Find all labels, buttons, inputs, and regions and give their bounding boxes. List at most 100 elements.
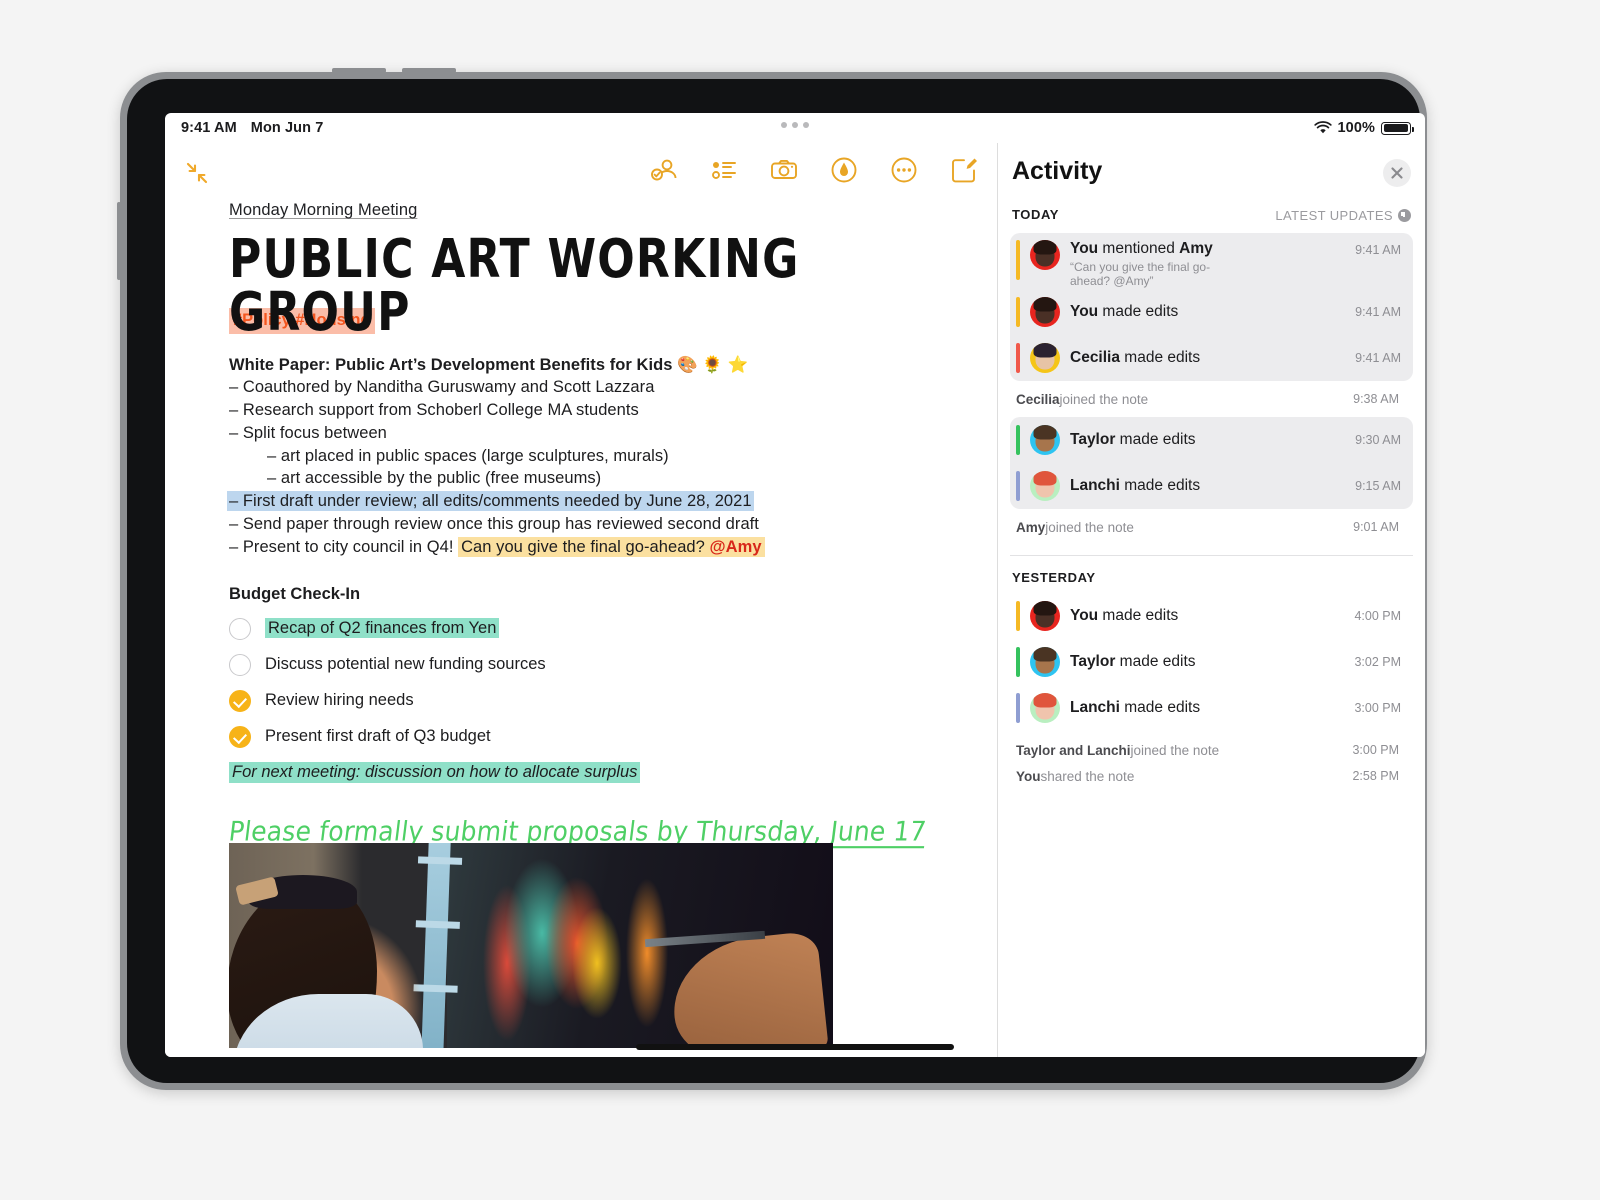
camera-icon[interactable] <box>769 155 799 185</box>
avatar <box>1030 240 1060 270</box>
compose-icon[interactable] <box>949 155 979 185</box>
activity-time: 3:00 PM <box>1354 701 1401 715</box>
activity-time: 2:58 PM <box>1352 769 1399 783</box>
activity-color-bar <box>1016 693 1020 723</box>
collapse-arrows-icon[interactable] <box>183 159 211 187</box>
avatar <box>1030 425 1060 455</box>
activity-header: Activity <box>998 143 1425 205</box>
home-indicator[interactable] <box>636 1044 954 1050</box>
activity-main-line: Lanchi made edits <box>1070 477 1345 495</box>
action-text: joined the note <box>1045 519 1134 535</box>
today-label: TODAY <box>1012 207 1060 222</box>
activity-time: 4:00 PM <box>1354 609 1401 623</box>
white-paper-block: White Paper: Public Art’s Development Be… <box>227 354 957 559</box>
checkbox-checked-icon[interactable] <box>229 725 251 748</box>
share-collaborate-icon[interactable] <box>649 155 679 185</box>
avatar-hair <box>1033 240 1057 255</box>
activity-text: You made edits <box>1070 607 1344 625</box>
power-button[interactable] <box>117 202 121 280</box>
more-icon[interactable] <box>889 155 919 185</box>
activity-time: 9:41 AM <box>1355 305 1401 319</box>
checkbox-checked-icon[interactable] <box>229 689 251 712</box>
battery-icon <box>1381 121 1414 135</box>
multitask-handle-icon[interactable] <box>781 122 809 128</box>
handle-dot <box>792 122 798 128</box>
avatar <box>1030 601 1060 631</box>
activity-row[interactable]: Lanchi made edits 3:00 PM <box>1010 685 1413 731</box>
activity-time: 9:30 AM <box>1355 433 1401 447</box>
activity-row[interactable]: You made edits 4:00 PM <box>1010 593 1413 639</box>
volume-up-button[interactable] <box>332 68 386 73</box>
activity-group-today-2: Taylor made edits 9:30 AM Lanchi made ed… <box>1010 417 1413 509</box>
screenshot-root: 9:41 AM Mon Jun 7 100% Monday Morning Me… <box>0 0 1600 1200</box>
avatar <box>1030 693 1060 723</box>
muralist-painting-photo[interactable] <box>229 843 833 1048</box>
actor-name: Cecilia <box>1016 391 1060 407</box>
action-text: made edits <box>1119 699 1201 717</box>
activity-main-line: You mentioned Amy <box>1070 240 1345 258</box>
status-bar: 9:41 AM Mon Jun 7 100% <box>165 113 1425 143</box>
actor-name: You <box>1016 768 1041 784</box>
close-icon[interactable] <box>1383 159 1411 187</box>
note-pane: Monday Morning Meeting PUBLIC ART WORKIN… <box>165 143 997 1057</box>
white-paper-heading: White Paper: Public Art’s Development Be… <box>229 355 749 374</box>
highlighted-blue-line: – First draft under review; all edits/co… <box>227 490 957 513</box>
checklist-label: Recap of Q2 finances from Yen <box>265 618 500 639</box>
activity-text: Cecilia made edits <box>1070 349 1345 367</box>
avatar-hair <box>1033 601 1057 616</box>
checkbox-unchecked-icon[interactable] <box>229 653 251 676</box>
activity-group-today-1: You mentioned Amy “Can you give the fina… <box>1010 233 1413 381</box>
checklist-item[interactable]: Review hiring needs <box>229 689 957 712</box>
checklist-item[interactable]: Present first draft of Q3 budget <box>229 725 957 748</box>
yellow-highlight-text: Can you give the final go-ahead? @Amy <box>458 536 765 557</box>
activity-time: 3:02 PM <box>1354 655 1401 669</box>
activity-color-bar <box>1016 601 1020 631</box>
actor-name: Lanchi <box>1070 477 1120 495</box>
activity-time: 9:38 AM <box>1353 392 1399 406</box>
actor-name: Taylor <box>1070 431 1116 449</box>
wifi-icon <box>1313 121 1332 135</box>
activity-text: Lanchi made edits <box>1070 699 1344 717</box>
ipad-device-frame: 9:41 AM Mon Jun 7 100% Monday Morning Me… <box>117 68 1427 1090</box>
action-text: joined the note <box>1059 391 1149 407</box>
activity-row[interactable]: Lanchi made edits 9:15 AM <box>1010 463 1413 509</box>
actor-name: Taylor <box>1070 653 1116 671</box>
action-text: made edits <box>1098 303 1179 321</box>
avatar-hair <box>1033 647 1057 662</box>
activity-main-line: You made edits <box>1070 303 1345 321</box>
activity-row[interactable]: Cecilia made edits 9:41 AM <box>1010 335 1413 381</box>
avatar-hair <box>1033 343 1057 358</box>
activity-text: Taylor made edits <box>1070 653 1344 671</box>
actor-name: You <box>1070 303 1099 321</box>
activity-row[interactable]: Taylor made edits 9:30 AM <box>1010 417 1413 463</box>
activity-row[interactable]: You mentioned Amy “Can you give the fina… <box>1010 233 1413 289</box>
actor-name: Cecilia <box>1070 349 1120 367</box>
checkbox-unchecked-icon[interactable] <box>229 617 251 640</box>
activity-text: Lanchi made edits <box>1070 477 1345 495</box>
action-text: made edits <box>1115 431 1196 449</box>
latest-updates-label: LATEST UPDATES <box>1275 208 1393 223</box>
activity-row[interactable]: You made edits 9:41 AM <box>1010 289 1413 335</box>
action-text: made edits <box>1119 349 1201 367</box>
handle-dot <box>781 122 787 128</box>
photo-cap <box>235 875 357 909</box>
activity-row[interactable]: Taylor made edits 3:02 PM <box>1010 639 1413 685</box>
activity-color-bar <box>1016 343 1020 373</box>
latest-updates-filter[interactable]: LATEST UPDATES <box>1275 208 1411 223</box>
battery-percent: 100% <box>1337 120 1375 136</box>
actor-name: Lanchi <box>1070 699 1120 717</box>
activity-time: 3:00 PM <box>1352 743 1399 757</box>
volume-down-button[interactable] <box>402 68 456 73</box>
checklist-label: Discuss potential new funding sources <box>265 655 546 674</box>
mention-amy[interactable]: @Amy <box>710 538 762 556</box>
yesterday-label: YESTERDAY <box>1012 570 1096 585</box>
checklist-item[interactable]: Recap of Q2 finances from Yen <box>229 617 957 640</box>
activity-main-line: You made edits <box>1070 607 1344 625</box>
checklist-item[interactable]: Discuss potential new funding sources <box>229 653 957 676</box>
markup-icon[interactable] <box>829 155 859 185</box>
activity-time: 9:15 AM <box>1355 479 1401 493</box>
sub-bullet-line: – art placed in public spaces (large scu… <box>267 446 669 465</box>
activity-time: 9:41 AM <box>1355 351 1401 365</box>
checklist-icon[interactable] <box>709 155 739 185</box>
handle-dot <box>803 122 809 128</box>
